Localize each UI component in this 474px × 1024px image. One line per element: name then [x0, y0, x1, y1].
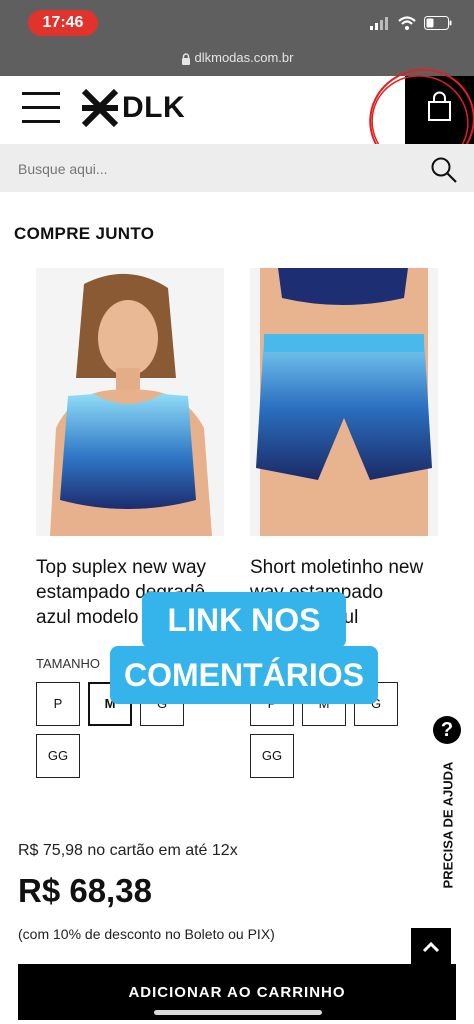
chevron-up-icon — [422, 941, 440, 953]
help-icon[interactable]: ? — [433, 716, 461, 744]
lock-icon — [181, 52, 190, 65]
help-label[interactable]: PRECISA DE AJUDA — [436, 750, 460, 900]
search-icon[interactable] — [430, 156, 458, 184]
status-time: 17:46 — [28, 10, 98, 36]
signal-icon — [370, 17, 388, 30]
size-option-g[interactable]: G — [354, 682, 398, 726]
size-option-gg[interactable]: GG — [250, 734, 294, 778]
url-text: dlkmodas.com.br — [194, 50, 294, 65]
battery-icon — [424, 16, 452, 30]
site-logo[interactable]: DLK — [82, 88, 192, 128]
wifi-icon — [398, 16, 416, 30]
current-price: R$ 68,38 — [18, 872, 152, 909]
menu-icon[interactable] — [22, 92, 60, 124]
size-option-p[interactable]: P — [250, 682, 294, 726]
section-title: COMPRE JUNTO — [14, 224, 155, 243]
product-name-top[interactable]: Top suplex new way estampado degradê azu… — [36, 555, 236, 630]
logo-mark-icon — [82, 89, 118, 127]
cart-button[interactable] — [405, 76, 474, 144]
search-input[interactable] — [16, 154, 420, 184]
product-image-short[interactable] — [250, 268, 438, 536]
status-bar: 17:46 — [0, 0, 474, 44]
search-bar — [0, 144, 474, 192]
status-icons — [370, 14, 452, 32]
address-bar[interactable]: dlkmodas.com.br — [0, 44, 474, 76]
product-name-short[interactable]: Short moletinho new way estampado zul — [250, 555, 460, 630]
size-option-gg[interactable]: GG — [36, 734, 80, 778]
size-option-m-selected[interactable]: M — [88, 682, 132, 726]
size-option-g[interactable]: G — [140, 682, 184, 726]
installment-price: R$ 75,98 no cartão em até 12x — [18, 842, 238, 859]
size-label: TAMANHO — [36, 656, 101, 671]
shopping-bag-icon — [428, 91, 451, 121]
logo-text: DLK — [122, 91, 186, 124]
site-header: DLK — [0, 76, 474, 144]
home-indicator — [154, 1010, 322, 1015]
size-option-m[interactable]: M — [302, 682, 346, 726]
size-option-p[interactable]: P — [36, 682, 80, 726]
discount-note: (com 10% de desconto no Boleto ou PIX) — [18, 926, 275, 942]
scroll-to-top-button[interactable] — [411, 928, 451, 968]
product-image-top[interactable] — [36, 268, 224, 536]
